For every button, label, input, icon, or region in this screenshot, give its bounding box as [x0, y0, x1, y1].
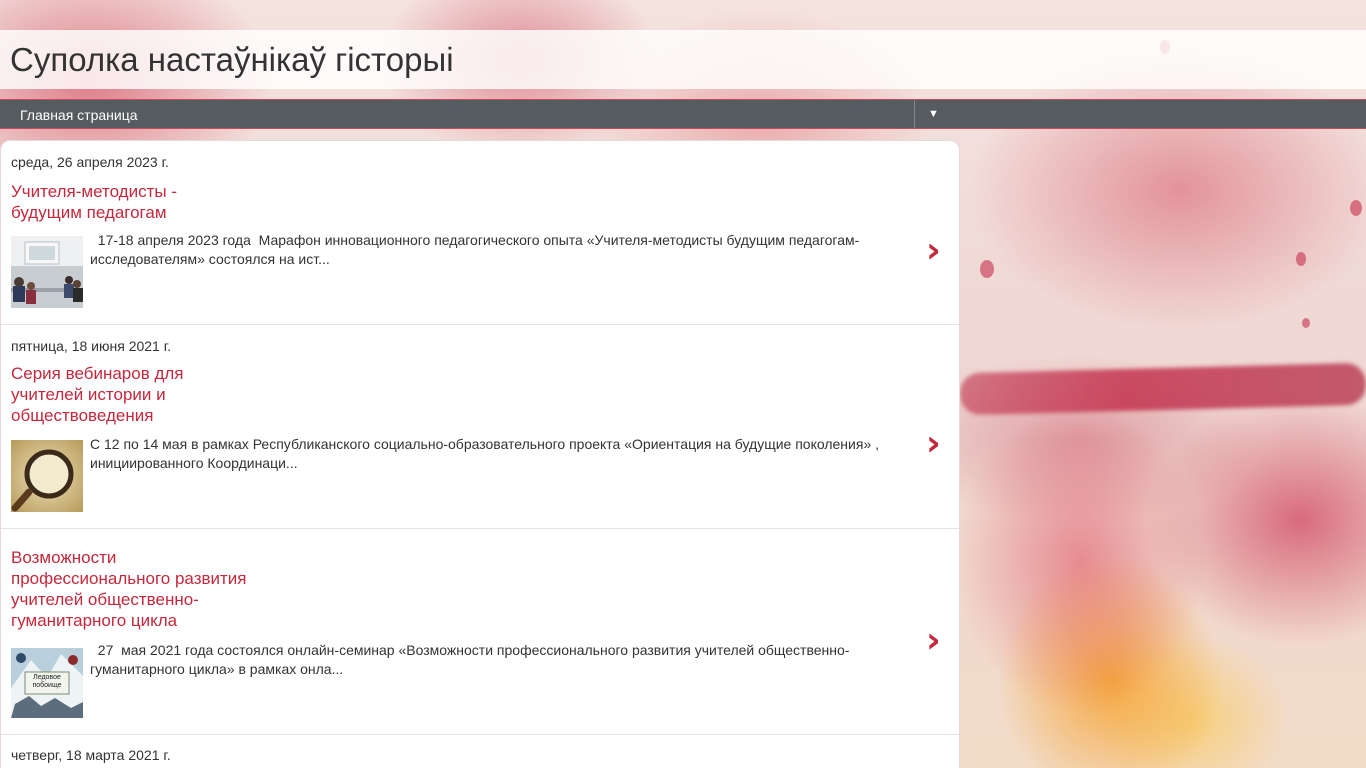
read-more-arrow-icon[interactable]: ›	[926, 426, 941, 462]
post-date: пятница, 18 июня 2021 г.	[11, 338, 172, 354]
nav-home-tab[interactable]: Главная страница	[20, 107, 138, 123]
blog-header: Суполка настаўнікаў гісторыі	[0, 30, 1366, 89]
post-date: четверг, 18 марта 2021 г.	[11, 747, 171, 763]
post-title-line[interactable]: учителей истории и	[11, 384, 184, 405]
post-title-line[interactable]: учителей общественно-	[11, 589, 247, 610]
read-more-arrow-icon[interactable]: ›	[926, 623, 941, 659]
posts-container: среда, 26 апреля 2023 г. Учителя-методис…	[0, 140, 960, 768]
blog-title[interactable]: Суполка настаўнікаў гісторыі	[10, 41, 454, 79]
post-thumbnail[interactable]: Ледовое побоище	[11, 648, 83, 718]
post-snippet: С 12 по 14 мая в рамках Республиканского…	[90, 436, 880, 471]
post-title-line[interactable]: Возможности	[11, 547, 247, 568]
post-snippet: 17-18 апреля 2023 года Марафон инновацио…	[90, 232, 860, 267]
post-title[interactable]: Серия вебинаров для учителей истории и о…	[11, 363, 184, 426]
read-more-arrow-icon[interactable]: ›	[926, 233, 941, 269]
background-stripe	[959, 362, 1366, 416]
post-title-line[interactable]: профессионального развития	[11, 568, 247, 589]
post-title-line[interactable]: обществоведения	[11, 405, 184, 426]
post-title-line[interactable]: Учителя-методисты -	[11, 181, 177, 202]
thumbnail-caption: Ледовое побоище	[32, 674, 62, 689]
post-title-line[interactable]: будущим педагогам	[11, 202, 177, 223]
post-thumbnail[interactable]	[11, 236, 83, 308]
post-item: Возможности профессионального развития у…	[1, 529, 959, 735]
paint-drop	[980, 260, 994, 278]
paint-drop	[1302, 318, 1310, 328]
post-item: четверг, 18 марта 2021 г.	[1, 735, 959, 768]
post-title[interactable]: Учителя-методисты - будущим педагогам	[11, 181, 177, 223]
paint-drop	[1350, 200, 1362, 216]
post-date: среда, 26 апреля 2023 г.	[11, 154, 169, 170]
post-title-line[interactable]: Серия вебинаров для	[11, 363, 184, 384]
nav-bar: Главная страница ▼	[0, 99, 1366, 129]
post-title[interactable]: Возможности профессионального развития у…	[11, 547, 247, 631]
paint-drop	[1296, 252, 1306, 266]
post-title-line[interactable]: гуманитарного цикла	[11, 610, 247, 631]
post-snippet: 27 мая 2021 года состоялся онлайн-семина…	[90, 642, 850, 677]
post-item: среда, 26 апреля 2023 г. Учителя-методис…	[1, 141, 959, 325]
post-thumbnail[interactable]	[11, 440, 83, 512]
post-item: пятница, 18 июня 2021 г. Серия вебинаров…	[1, 325, 959, 529]
nav-separator	[914, 100, 915, 128]
dropdown-arrow-icon[interactable]: ▼	[928, 108, 939, 120]
